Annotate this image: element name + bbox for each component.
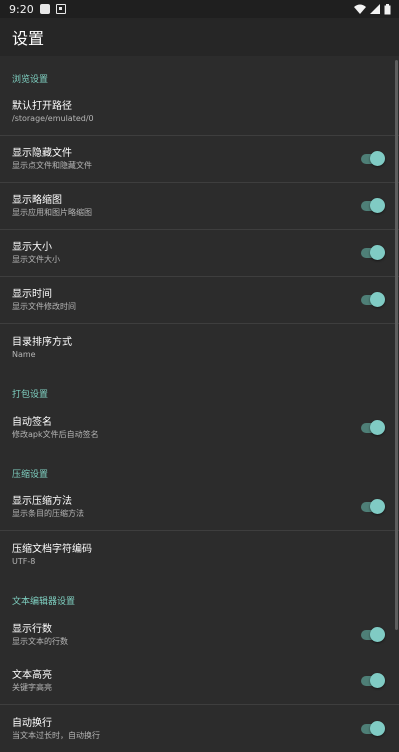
setting-title: 自动换行 (12, 717, 52, 729)
setting-title: 默认打开路径 (12, 101, 72, 112)
setting-title: 显示隐藏文件 (12, 148, 72, 159)
setting-subtitle: Name (12, 349, 36, 359)
setting-title: 压缩文档字符编码 (12, 543, 92, 555)
setting-title: 文本高亮 (12, 670, 52, 681)
section-header-browse: 浏览设置 (12, 75, 49, 85)
setting-subtitle: 显示条目的压缩方法 (12, 509, 84, 518)
setting-show-size[interactable]: 显示大小 显示文件大小 (0, 230, 399, 277)
toggle-switch[interactable] (359, 673, 385, 689)
setting-subtitle: UTF-8 (12, 556, 36, 566)
status-time: 9:20 (9, 2, 34, 16)
page-title: 设置 (12, 29, 45, 48)
toggle-switch[interactable] (359, 419, 385, 436)
section-header-compress: 压缩设置 (12, 470, 49, 480)
toggle-switch[interactable] (359, 292, 385, 308)
setting-title: 显示压缩方法 (12, 496, 72, 507)
setting-word-wrap[interactable]: 自动换行 当文本过长时，自动换行 (0, 705, 399, 752)
status-bar: 9:20 (0, 0, 399, 18)
setting-sort-order[interactable]: 目录排序方式 Name (0, 324, 399, 371)
setting-show-compression-method[interactable]: 显示压缩方法 显示条目的压缩方法 (0, 484, 399, 531)
setting-subtitle: 关键字高亮 (12, 683, 52, 692)
setting-title: 自动签名 (12, 416, 52, 428)
setting-show-time[interactable]: 显示时间 显示文件修改时间 (0, 277, 399, 324)
setting-title: 目录排序方式 (12, 336, 72, 348)
setting-subtitle: 当文本过长时，自动换行 (12, 730, 100, 740)
toggle-switch[interactable] (359, 626, 385, 643)
setting-show-thumbnails[interactable]: 显示略缩图 显示应用和图片略缩图 (0, 183, 399, 230)
section-header-package: 打包设置 (12, 390, 49, 400)
toggle-switch[interactable] (359, 245, 385, 261)
setting-title: 显示略缩图 (12, 195, 62, 206)
setting-archive-encoding[interactable]: 压缩文档字符编码 UTF-8 (0, 531, 399, 578)
cellular-icon (370, 4, 380, 14)
a-notification-icon (55, 4, 66, 14)
setting-show-line-numbers[interactable]: 显示行数 显示文本的行数 (0, 611, 399, 658)
setting-subtitle: 显示点文件和隐藏文件 (12, 161, 92, 170)
setting-auto-sign[interactable]: 自动签名 修改apk文件后自动签名 (0, 404, 399, 451)
setting-title: 显示时间 (12, 289, 52, 300)
app-icon (39, 4, 50, 14)
setting-subtitle: 显示文件大小 (12, 255, 60, 264)
toggle-switch[interactable] (359, 151, 385, 167)
setting-subtitle: 显示文本的行数 (12, 636, 68, 646)
battery-icon (384, 3, 391, 14)
setting-syntax-highlight[interactable]: 文本高亮 关键字高亮 (0, 658, 399, 705)
scrollbar[interactable] (395, 60, 398, 630)
setting-subtitle: 显示文件修改时间 (12, 302, 76, 311)
toggle-switch[interactable] (359, 198, 385, 214)
wifi-icon (354, 4, 366, 14)
settings-list[interactable]: 浏览设置 默认打开路径 /storage/emulated/0 显示隐藏文件 显… (0, 56, 399, 752)
setting-subtitle: /storage/emulated/0 (12, 114, 94, 123)
setting-show-hidden-files[interactable]: 显示隐藏文件 显示点文件和隐藏文件 (0, 136, 399, 183)
toggle-switch[interactable] (359, 720, 385, 737)
app-bar: 设置 (0, 18, 399, 56)
setting-default-path[interactable]: 默认打开路径 /storage/emulated/0 (0, 89, 399, 136)
section-header-editor: 文本编辑器设置 (12, 597, 76, 607)
setting-subtitle: 显示应用和图片略缩图 (12, 208, 92, 217)
setting-title: 显示行数 (12, 623, 52, 635)
setting-title: 显示大小 (12, 242, 52, 253)
setting-subtitle: 修改apk文件后自动签名 (12, 429, 99, 439)
toggle-switch[interactable] (359, 499, 385, 515)
